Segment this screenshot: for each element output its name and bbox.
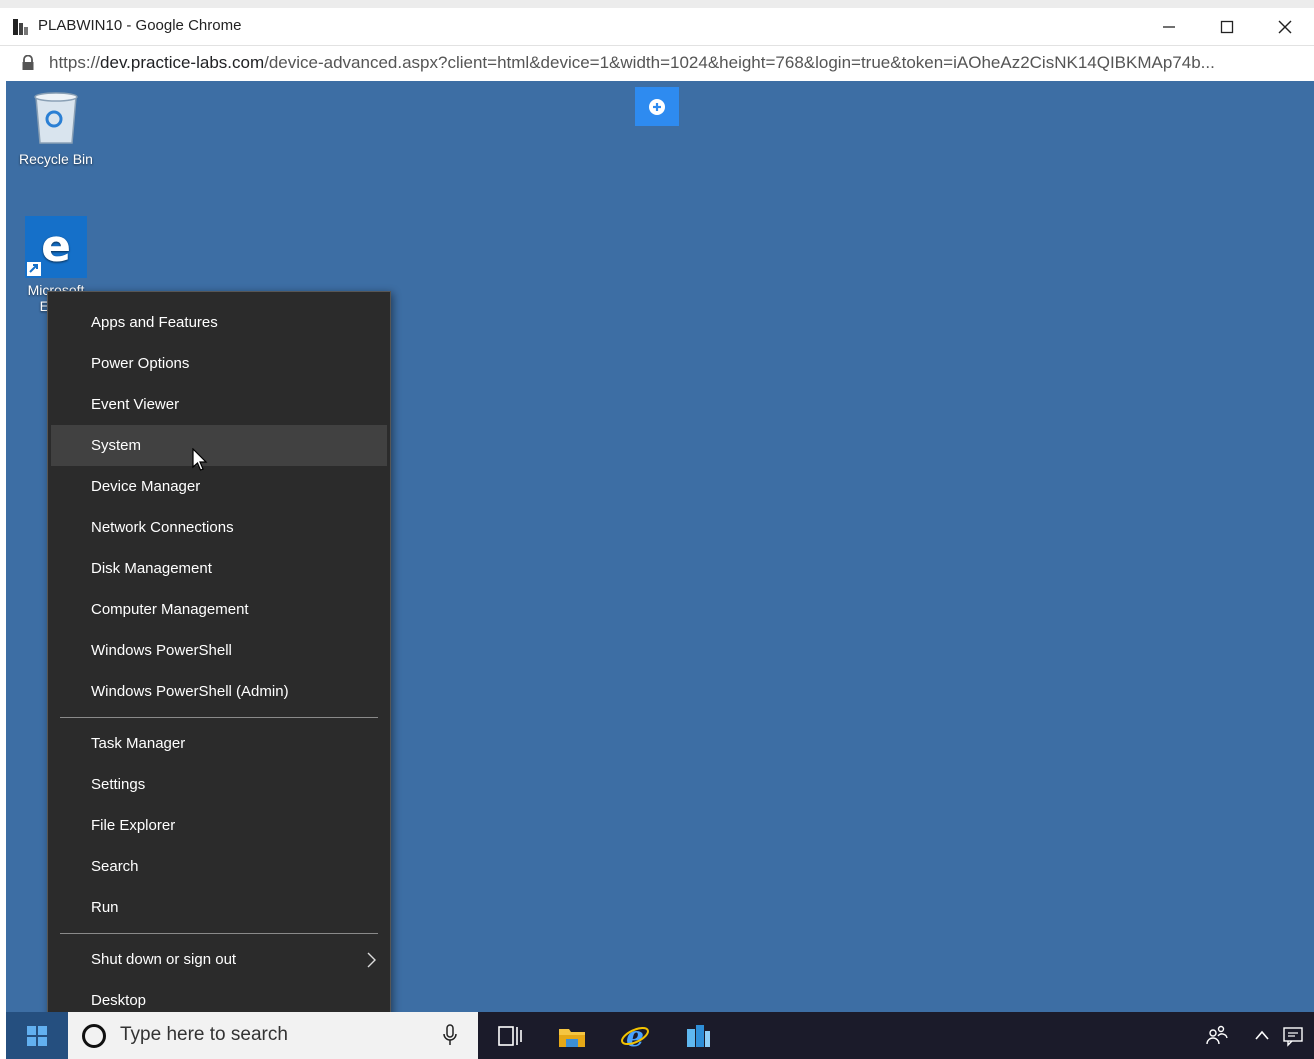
internet-explorer-icon[interactable]: e bbox=[620, 1021, 650, 1051]
url-prefix: https:// bbox=[49, 53, 101, 72]
mouse-cursor-icon bbox=[192, 448, 208, 471]
power-user-menu: Apps and Features Power Options Event Vi… bbox=[47, 291, 391, 1031]
menu-item-power-options[interactable]: Power Options bbox=[51, 343, 387, 384]
plus-circle-icon bbox=[649, 98, 665, 115]
file-explorer-icon[interactable] bbox=[557, 1021, 587, 1051]
desktop-icon-recycle-bin[interactable]: Recycle Bin bbox=[11, 91, 101, 167]
menu-item-windows-powershell[interactable]: Windows PowerShell bbox=[51, 630, 387, 671]
people-icon[interactable] bbox=[1206, 1024, 1228, 1046]
practice-labs-icon bbox=[13, 19, 28, 35]
url-host: dev.practice-labs.com bbox=[100, 53, 265, 72]
menu-item-run[interactable]: Run bbox=[51, 887, 387, 928]
menu-item-disk-management[interactable]: Disk Management bbox=[51, 548, 387, 589]
lock-icon bbox=[22, 55, 34, 70]
maximize-icon bbox=[1220, 20, 1234, 33]
edge-icon: e bbox=[25, 216, 87, 278]
minimize-button[interactable] bbox=[1140, 8, 1198, 45]
minimize-icon bbox=[1163, 25, 1175, 28]
menu-item-search[interactable]: Search bbox=[51, 846, 387, 887]
taskbar: Type here to search e bbox=[6, 1012, 1314, 1059]
url-path: /device-advanced.aspx?client=html&device… bbox=[264, 53, 1215, 72]
menu-item-task-manager[interactable]: Task Manager bbox=[51, 723, 387, 764]
start-button[interactable] bbox=[6, 1012, 68, 1059]
chevron-right-icon bbox=[367, 952, 376, 968]
svg-text:e: e bbox=[41, 221, 71, 272]
menu-item-shut-down-or-sign-out[interactable]: Shut down or sign out bbox=[51, 939, 387, 980]
address-bar[interactable]: https://dev.practice-labs.com/device-adv… bbox=[0, 45, 1314, 81]
search-placeholder: Type here to search bbox=[120, 1024, 288, 1045]
taskbar-search-box[interactable]: Type here to search bbox=[68, 1012, 478, 1059]
close-icon bbox=[1278, 20, 1292, 33]
chevron-up-icon[interactable] bbox=[1254, 1028, 1270, 1042]
server-manager-icon[interactable] bbox=[683, 1021, 713, 1051]
url-text[interactable]: https://dev.practice-labs.com/device-adv… bbox=[49, 53, 1299, 73]
menu-separator bbox=[60, 933, 378, 934]
menu-item-event-viewer[interactable]: Event Viewer bbox=[51, 384, 387, 425]
menu-item-file-explorer[interactable]: File Explorer bbox=[51, 805, 387, 846]
recycle-bin-icon bbox=[34, 92, 78, 144]
menu-separator bbox=[60, 717, 378, 718]
microphone-icon[interactable] bbox=[442, 1024, 458, 1046]
close-button[interactable] bbox=[1256, 8, 1314, 45]
windows-logo-icon bbox=[27, 1025, 47, 1046]
menu-item-system[interactable]: System bbox=[51, 425, 387, 466]
svg-text:e: e bbox=[626, 1021, 644, 1051]
window-titlebar: PLABWIN10 - Google Chrome bbox=[0, 0, 1314, 45]
window-title: PLABWIN10 - Google Chrome bbox=[38, 17, 242, 34]
menu-item-computer-management[interactable]: Computer Management bbox=[51, 589, 387, 630]
task-view-icon[interactable] bbox=[495, 1021, 525, 1051]
cortana-icon bbox=[82, 1024, 106, 1048]
menu-item-apps-and-features[interactable]: Apps and Features bbox=[51, 302, 387, 343]
menu-item-windows-powershell-admin[interactable]: Windows PowerShell (Admin) bbox=[51, 671, 387, 712]
menu-item-network-connections[interactable]: Network Connections bbox=[51, 507, 387, 548]
menu-item-settings[interactable]: Settings bbox=[51, 764, 387, 805]
notification-icon[interactable] bbox=[1282, 1025, 1304, 1047]
menu-item-device-manager[interactable]: Device Manager bbox=[51, 466, 387, 507]
desktop-icon-label: Recycle Bin bbox=[19, 151, 93, 167]
remote-toolbar-button[interactable] bbox=[635, 87, 679, 126]
maximize-button[interactable] bbox=[1198, 8, 1256, 45]
